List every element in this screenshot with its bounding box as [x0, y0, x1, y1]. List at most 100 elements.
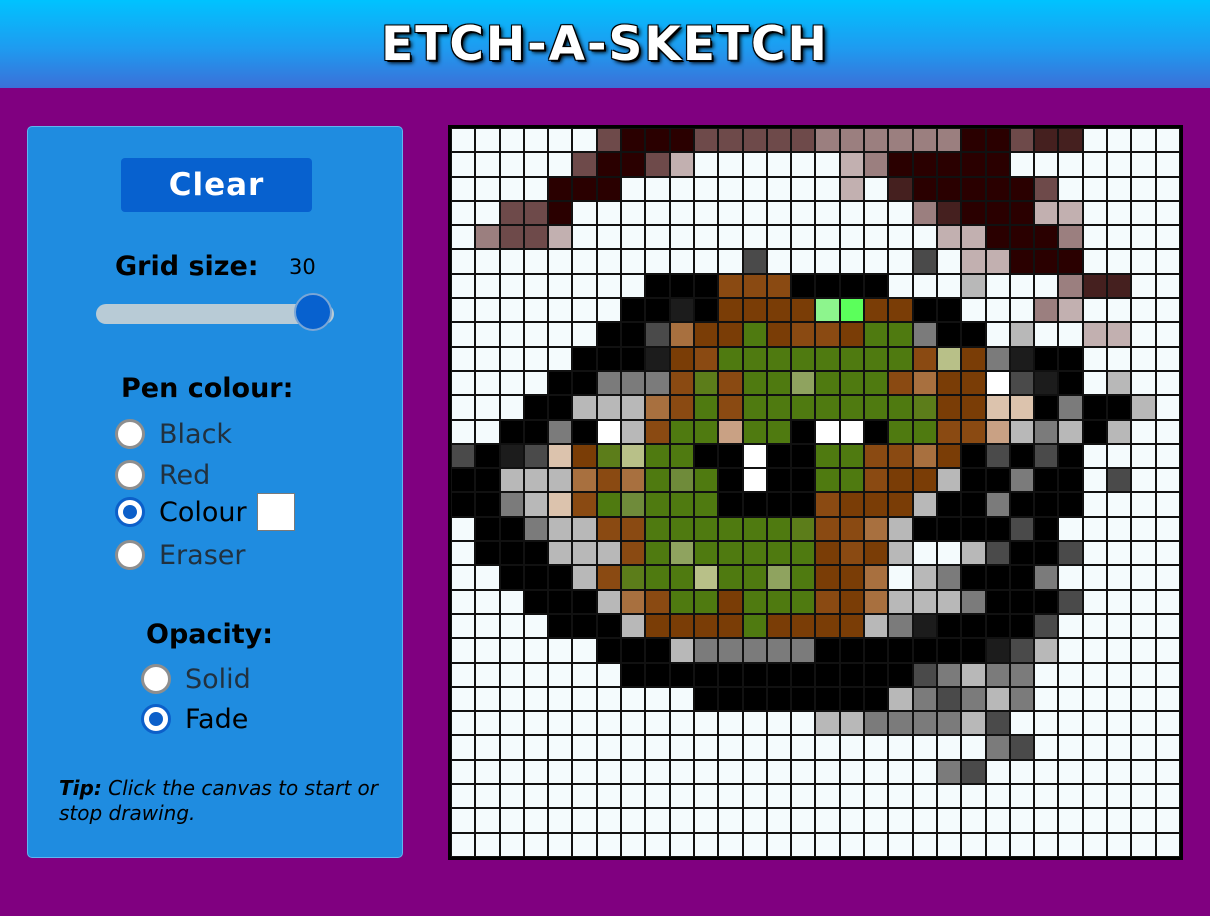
grid-cell[interactable]	[1131, 832, 1156, 857]
grid-cell[interactable]	[888, 808, 913, 833]
grid-cell[interactable]	[742, 128, 767, 153]
grid-cell[interactable]	[645, 395, 670, 420]
grid-cell[interactable]	[742, 565, 767, 590]
grid-cell[interactable]	[621, 638, 646, 663]
colour-picker-swatch[interactable]	[256, 493, 295, 531]
grid-cell[interactable]	[718, 808, 743, 833]
grid-cell[interactable]	[1131, 808, 1156, 833]
grid-cell[interactable]	[961, 322, 986, 347]
grid-cell[interactable]	[864, 711, 889, 736]
grid-cell[interactable]	[766, 686, 792, 712]
grid-cell[interactable]	[791, 589, 816, 614]
grid-cell[interactable]	[839, 711, 865, 736]
grid-cell[interactable]	[961, 419, 986, 444]
grid-cell[interactable]	[1034, 492, 1059, 517]
grid-cell[interactable]	[645, 492, 670, 517]
grid-cell[interactable]	[1034, 395, 1059, 420]
grid-cell[interactable]	[1131, 395, 1156, 420]
grid-cell[interactable]	[1107, 613, 1132, 639]
grid-cell[interactable]	[693, 759, 719, 785]
grid-cell[interactable]	[572, 152, 597, 177]
grid-cell[interactable]	[961, 662, 986, 687]
grid-cell[interactable]	[766, 662, 792, 687]
grid-cell[interactable]	[912, 686, 937, 712]
grid-cell[interactable]	[1131, 468, 1156, 493]
grid-cell[interactable]	[645, 662, 670, 687]
grid-cell[interactable]	[791, 273, 816, 299]
grid-cell[interactable]	[572, 711, 597, 736]
grid-cell[interactable]	[1107, 322, 1132, 347]
grid-cell[interactable]	[766, 200, 792, 226]
grid-cell[interactable]	[523, 711, 549, 736]
grid-cell[interactable]	[548, 613, 573, 639]
grid-cell[interactable]	[1107, 395, 1132, 420]
grid-cell[interactable]	[645, 225, 670, 250]
grid-cell[interactable]	[766, 784, 792, 809]
grid-cell[interactable]	[596, 541, 622, 566]
grid-cell[interactable]	[499, 298, 524, 323]
grid-cell[interactable]	[621, 492, 646, 517]
grid-cell[interactable]	[1034, 541, 1059, 566]
grid-cell[interactable]	[791, 443, 816, 469]
grid-cell[interactable]	[1009, 686, 1035, 712]
grid-cell[interactable]	[475, 468, 500, 493]
grid-cell[interactable]	[596, 225, 622, 250]
grid-cell[interactable]	[451, 468, 476, 493]
grid-cell[interactable]	[572, 589, 597, 614]
grid-cell[interactable]	[1058, 662, 1083, 687]
grid-cell[interactable]	[1009, 759, 1035, 785]
grid-cell[interactable]	[1009, 468, 1035, 493]
grid-cell[interactable]	[596, 735, 622, 760]
grid-cell[interactable]	[766, 565, 792, 590]
grid-cell[interactable]	[888, 686, 913, 712]
grid-cell[interactable]	[475, 152, 500, 177]
grid-cell[interactable]	[669, 832, 694, 857]
grid-cell[interactable]	[1082, 638, 1108, 663]
grid-cell[interactable]	[669, 370, 694, 396]
grid-cell[interactable]	[1107, 419, 1132, 444]
grid-cell[interactable]	[1155, 808, 1180, 833]
grid-cell[interactable]	[766, 492, 792, 517]
grid-cell[interactable]	[864, 395, 889, 420]
grid-cell[interactable]	[766, 759, 792, 785]
grid-cell[interactable]	[596, 370, 622, 396]
grid-cell[interactable]	[1131, 249, 1156, 274]
grid-cell[interactable]	[839, 662, 865, 687]
grid-cell[interactable]	[912, 638, 937, 663]
grid-cell[interactable]	[1082, 565, 1108, 590]
grid-cell[interactable]	[1155, 735, 1180, 760]
grid-cell[interactable]	[912, 492, 937, 517]
grid-cell[interactable]	[1155, 443, 1180, 469]
grid-cell[interactable]	[572, 419, 597, 444]
grid-cell[interactable]	[499, 638, 524, 663]
grid-cell[interactable]	[548, 784, 573, 809]
grid-cell[interactable]	[888, 468, 913, 493]
grid-cell[interactable]	[1058, 832, 1083, 857]
grid-cell[interactable]	[912, 298, 937, 323]
grid-cell[interactable]	[693, 735, 719, 760]
grid-cell[interactable]	[548, 759, 573, 785]
grid-cell[interactable]	[864, 176, 889, 201]
grid-cell[interactable]	[572, 468, 597, 493]
grid-cell[interactable]	[766, 419, 792, 444]
grid-cell[interactable]	[912, 273, 937, 299]
grid-cell[interactable]	[1082, 808, 1108, 833]
grid-cell[interactable]	[669, 565, 694, 590]
grid-cell[interactable]	[888, 541, 913, 566]
grid-cell[interactable]	[1131, 589, 1156, 614]
grid-cell[interactable]	[718, 541, 743, 566]
grid-cell[interactable]	[1131, 200, 1156, 226]
grid-cell[interactable]	[523, 370, 549, 396]
grid-cell[interactable]	[864, 128, 889, 153]
grid-cell[interactable]	[839, 128, 865, 153]
grid-cell[interactable]	[864, 370, 889, 396]
grid-cell[interactable]	[742, 686, 767, 712]
grid-cell[interactable]	[572, 395, 597, 420]
grid-cell[interactable]	[1107, 346, 1132, 371]
grid-cell[interactable]	[864, 443, 889, 469]
grid-cell[interactable]	[475, 565, 500, 590]
grid-cell[interactable]	[621, 298, 646, 323]
grid-cell[interactable]	[936, 589, 962, 614]
grid-cell[interactable]	[499, 832, 524, 857]
grid-cell[interactable]	[645, 613, 670, 639]
